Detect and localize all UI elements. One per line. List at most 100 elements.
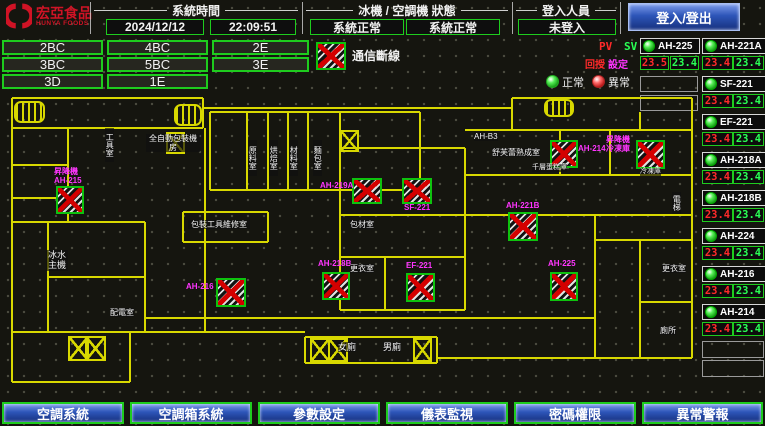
system-date-value: 2024/12/12 <box>106 19 204 35</box>
damper-icon <box>413 338 432 362</box>
equip-label: EF-221 <box>406 262 432 271</box>
unit-ah-225-pv: 23.5 <box>640 56 669 70</box>
unit-ah-218a-sv: 23.4 <box>733 170 764 184</box>
floor-button-3bc[interactable]: 3BC <box>2 57 103 72</box>
floor-button-5bc[interactable]: 5BC <box>107 57 208 72</box>
room-label: 全自動包裝機房 <box>146 134 200 152</box>
unit-ah-221a[interactable]: AH-221A <box>702 38 765 54</box>
unit-ah-225[interactable]: AH-225 <box>640 38 700 54</box>
floor-button-2bc[interactable]: 2BC <box>2 40 103 55</box>
unit-ah-224-pv: 23.4 <box>702 246 733 260</box>
floor-button-3e[interactable]: 3E <box>212 57 309 72</box>
room-label: 烘焙室 <box>269 140 278 176</box>
ahu-ah-215-offline[interactable] <box>56 186 84 214</box>
empty-slot <box>640 76 698 92</box>
empty-slot <box>702 341 764 358</box>
hmi-screen: { "colors":{"accent_green":"#1ecc1e","al… <box>0 0 765 426</box>
unit-ah-216-pv: 23.4 <box>702 284 733 298</box>
status-led-icon <box>705 116 717 128</box>
sv-column-label: SV <box>624 40 637 53</box>
room-label: 包裝工具維修室 <box>188 220 250 229</box>
ahu-ah-216-offline[interactable] <box>216 278 246 307</box>
unit-ef-221-sv: 23.4 <box>733 132 764 146</box>
chiller-status-value: 系統正常 <box>310 19 404 35</box>
logo-text: 宏亞食品 <box>36 6 92 20</box>
room-label: 冷凍庫 <box>640 168 661 176</box>
equip-label: AH-214 <box>578 145 606 154</box>
nav-ahu-system-button[interactable]: 空調箱系統 <box>130 402 252 424</box>
login-logout-button[interactable]: 登入/登出 <box>628 3 740 31</box>
equip-label: AH-216 <box>186 283 214 292</box>
nav-meter-monitor-button[interactable]: 儀表監視 <box>386 402 508 424</box>
room-label: 材料室 <box>289 140 298 176</box>
separator <box>90 2 91 34</box>
logo-subtext: HUNYA FOODS <box>36 20 92 27</box>
unit-ah-221a-sv: 23.4 <box>733 56 764 70</box>
ahu-ah-225-offline[interactable] <box>550 272 578 301</box>
unit-ah-216[interactable]: AH-216 <box>702 266 765 282</box>
feedback-label: 回授 <box>585 56 605 71</box>
room-label: 冰水主機 <box>46 250 68 271</box>
room-label: 更衣室 <box>662 264 686 273</box>
unit-sf-221-sv: 23.4 <box>733 94 764 108</box>
status-led-icon <box>705 230 717 242</box>
abnormal-led-icon <box>592 75 605 88</box>
room-label: 電梯 <box>672 192 681 214</box>
separator <box>620 2 621 34</box>
unit-ah-218b-sv: 23.4 <box>733 208 764 222</box>
nav-parameter-button[interactable]: 參數設定 <box>258 402 380 424</box>
floor-button-2e[interactable]: 2E <box>212 40 309 55</box>
damper-icon <box>310 338 330 362</box>
nav-hvac-system-button[interactable]: 空調系統 <box>2 402 124 424</box>
room-label: 舒芙蕾熟成室 <box>492 148 540 157</box>
unit-ah-221a-pv: 23.4 <box>702 56 733 70</box>
separator <box>302 2 303 34</box>
damper-icon <box>85 336 106 361</box>
floor-button-3d[interactable]: 3D <box>2 74 103 89</box>
unit-ah-218a[interactable]: AH-218A <box>702 152 765 168</box>
abnormal-legend-label: 異常 <box>608 74 630 90</box>
status-led-icon <box>705 306 717 318</box>
status-led-icon <box>643 40 655 52</box>
fan-ef-221-offline[interactable] <box>406 273 435 302</box>
ahu-ah-218b-offline[interactable] <box>322 272 350 300</box>
unit-sf-221-pv: 23.4 <box>702 94 733 108</box>
fan-sf-221-offline[interactable] <box>402 178 432 204</box>
stairs-icon <box>544 99 574 117</box>
empty-slot <box>702 360 764 377</box>
ahu-ah-221b-offline[interactable] <box>508 212 538 241</box>
nav-password-button[interactable]: 密碼權限 <box>514 402 636 424</box>
unit-ah-214[interactable]: AH-214 <box>702 304 765 320</box>
status-led-icon <box>705 78 717 90</box>
separator <box>512 2 513 34</box>
system-time-value: 22:09:51 <box>210 19 296 35</box>
room-label: 包材室 <box>350 220 374 229</box>
room-label: 千層蛋糕庫 <box>532 164 567 172</box>
login-status-value: 未登入 <box>518 19 616 35</box>
machine-status-section-label: 冰機 / 空調機 狀態 <box>306 2 508 19</box>
room-label: 廁所 <box>660 326 676 335</box>
comm-error-legend-icon <box>316 42 346 70</box>
equip-label: AH-218B <box>318 260 351 269</box>
room-label: 配電室 <box>110 308 134 317</box>
floor-button-1e[interactable]: 1E <box>107 74 208 89</box>
unit-ah-218b[interactable]: AH-218B <box>702 190 765 206</box>
normal-led-icon <box>546 75 559 88</box>
unit-sf-221[interactable]: SF-221 <box>702 76 765 92</box>
unit-ah-224[interactable]: AH-224 <box>702 228 765 244</box>
freezer-unit-offline[interactable] <box>636 140 665 169</box>
ahu-ah-219a-offline[interactable] <box>352 178 382 204</box>
status-led-icon <box>705 192 717 204</box>
logo-mark-icon <box>6 3 32 29</box>
nav-alarm-button[interactable]: 異常警報 <box>642 402 763 424</box>
status-led-icon <box>705 154 717 166</box>
floor-button-4bc[interactable]: 4BC <box>107 40 208 55</box>
unit-ah-224-sv: 23.4 <box>733 246 764 260</box>
room-label: AH-B3 <box>474 132 498 141</box>
pv-column-label: PV <box>599 40 612 53</box>
stairs-icon <box>14 101 45 123</box>
comm-error-legend-label: 通信斷線 <box>352 47 400 64</box>
unit-ef-221[interactable]: EF-221 <box>702 114 765 130</box>
unit-ah-214-pv: 23.4 <box>702 322 733 336</box>
equip-label: 冷凍庫 <box>606 145 630 154</box>
